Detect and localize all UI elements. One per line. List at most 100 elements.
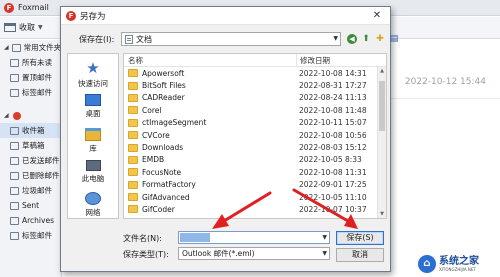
save-in-label: 保存在(I): — [79, 34, 115, 44]
file-date: 2022-10-07 10:37 — [299, 204, 367, 214]
file-name: FormatFactory — [142, 180, 196, 190]
place-library[interactable]: 库 — [68, 128, 118, 154]
place-network[interactable]: 网络 — [68, 192, 118, 218]
sidebar-item-inbox[interactable]: 收件箱 — [0, 123, 61, 138]
file-list: 名称 修改日期 Apowersoft 2022-10-08 14:31 BitSof… — [123, 53, 387, 219]
place-quick-access[interactable]: ★ 快速访问 — [68, 60, 118, 89]
sidebar-item-pinned[interactable]: 置顶邮件 — [0, 70, 61, 85]
sidebar-item-junk[interactable]: 垃圾邮件 — [0, 183, 61, 198]
folder-icon — [128, 69, 138, 78]
file-name: Corel — [142, 105, 162, 115]
file-row[interactable]: GifCoder 2022-10-07 10:37 — [124, 203, 386, 215]
file-row[interactable]: Downloads 2022-08-03 15:12 — [124, 141, 386, 153]
filetype-value: Outlook 邮件(*.eml) — [182, 249, 255, 258]
place-desktop[interactable]: 桌面 — [68, 94, 118, 119]
sidebar-item-unread[interactable]: 所有未读 — [0, 55, 61, 70]
chevron-down-icon[interactable]: ▼ — [322, 248, 327, 259]
place-this-pc[interactable]: 此电脑 — [68, 160, 118, 184]
file-date: 2022-09-01 17:25 — [299, 180, 367, 190]
save-button[interactable]: 保存(S) — [336, 231, 384, 245]
folder-icon — [10, 201, 19, 210]
pin-icon — [10, 73, 19, 82]
file-row[interactable]: GifAdvanced 2022-10-05 11:10 — [124, 191, 386, 203]
scroll-down-icon[interactable]: ▼ — [378, 211, 386, 217]
sidebar-account[interactable]: ◢ — [0, 108, 61, 123]
folder-icon — [128, 93, 138, 102]
watermark-title: 系统之家 — [439, 256, 479, 267]
column-header-name[interactable]: 名称 — [124, 54, 296, 66]
file-name: Downloads — [142, 143, 184, 153]
file-row[interactable]: Corel 2022-10-08 11:48 — [124, 104, 386, 116]
foxmail-logo-icon: F — [66, 10, 76, 21]
vertical-scrollbar[interactable]: ▲ ▼ — [377, 67, 386, 218]
place-label: 快速访问 — [78, 79, 108, 88]
file-name-cell: GifCoder — [124, 205, 296, 214]
file-row[interactable]: FocusNote 2022-10-08 11:31 — [124, 166, 386, 178]
close-button[interactable]: ✕ — [364, 7, 390, 24]
scroll-up-icon[interactable]: ▲ — [378, 68, 386, 74]
place-label: 网络 — [85, 208, 101, 217]
sidebar-item-deleted[interactable]: 已删除邮件 — [0, 168, 61, 183]
file-row[interactable]: CVCore 2022-10-08 10:56 — [124, 129, 386, 141]
file-name: Apowersoft — [142, 68, 185, 78]
up-folder-icon[interactable]: ⬆ — [361, 34, 371, 44]
file-row[interactable]: FormatFactory 2022-09-01 17:25 — [124, 179, 386, 191]
file-date: 2022-10-11 15:07 — [299, 118, 367, 128]
cancel-button[interactable]: 取消 — [336, 248, 384, 262]
tag-icon — [10, 231, 19, 240]
sidebar-item-sent[interactable]: 已发送邮件 — [0, 153, 61, 168]
save-in-row: 保存在(I): 文档 ▼ ◀ ⬆ ✚ ▤ — [61, 29, 398, 49]
file-name: ctImageSegment — [142, 118, 207, 128]
column-header-date[interactable]: 修改日期 — [296, 54, 386, 66]
collapse-icon[interactable]: ◢ — [4, 112, 10, 119]
view-menu-icon[interactable]: ▤ — [389, 34, 399, 44]
foxmail-sidebar: ◢ 常用文件夹 所有未读 置顶邮件 标签邮件 ◢ 收件箱 草稿箱 已发送邮件 已… — [0, 40, 62, 277]
collapse-icon[interactable]: ◢ — [4, 44, 9, 51]
file-name-cell: EMDB — [124, 155, 296, 164]
filename-input[interactable]: ▼ — [178, 231, 330, 244]
sidebar-item-label: 所有未读 — [22, 58, 52, 67]
junk-icon — [10, 186, 19, 195]
file-date: 2022-10-08 14:31 — [299, 68, 367, 78]
new-folder-icon[interactable]: ✚ — [375, 34, 385, 44]
scrollbar-thumb[interactable] — [379, 81, 385, 131]
back-icon[interactable]: ◀ — [347, 34, 357, 44]
receive-button[interactable]: 收取 — [19, 22, 35, 33]
place-label: 此电脑 — [81, 174, 105, 183]
folder-icon — [128, 155, 138, 164]
star-icon: ★ — [86, 59, 100, 77]
sidebar-item-archives[interactable]: Archives — [0, 213, 61, 228]
mail-date: 2022-10-12 15:44 — [404, 77, 486, 87]
mail-icon — [10, 58, 19, 67]
sidebar-item-drafts[interactable]: 草稿箱 — [0, 138, 61, 153]
file-date: 2022-08-31 17:27 — [299, 81, 367, 91]
chevron-down-icon[interactable]: ▼ — [322, 232, 327, 243]
file-row[interactable]: EMDB 2022-10-05 8:33 — [124, 154, 386, 166]
file-row[interactable]: Apowersoft 2022-10-08 14:31 — [124, 67, 386, 79]
chevron-down-icon[interactable]: ▼ — [333, 33, 338, 45]
file-name: GifCoder — [142, 204, 175, 214]
chevron-down-icon[interactable]: ▼ — [38, 24, 43, 31]
save-as-dialog: F 另存为 ✕ 保存在(I): 文档 ▼ ◀ ⬆ ✚ ▤ ★ 快速访问 桌面 库 — [60, 6, 398, 272]
file-row[interactable]: BitSoft Files 2022-08-31 17:27 — [124, 79, 386, 91]
file-row[interactable]: ctImageSegment 2022-10-11 15:07 — [124, 117, 386, 129]
sidebar-item-tagged[interactable]: 标签邮件 — [0, 85, 61, 100]
file-name: EMDB — [142, 155, 165, 165]
filetype-select[interactable]: Outlook 邮件(*.eml) ▼ — [178, 247, 330, 260]
library-icon — [85, 128, 101, 141]
file-date: 2022-10-05 11:10 — [299, 192, 367, 202]
folder-icon — [128, 131, 138, 140]
file-name-cell: GifAdvanced — [124, 193, 296, 202]
file-name-cell: Downloads — [124, 143, 296, 152]
file-name: CVCore — [142, 130, 170, 140]
save-in-select[interactable]: 文档 ▼ — [121, 32, 341, 46]
file-date: 2022-10-08 11:31 — [299, 167, 367, 177]
sidebar-item-tagged-2[interactable]: 标签邮件 — [0, 228, 61, 243]
file-row[interactable]: CADReader 2022-08-24 11:13 — [124, 92, 386, 104]
sidebar-item-label: 收件箱 — [22, 126, 45, 135]
file-name-cell: FocusNote — [124, 168, 296, 177]
sidebar-group-common[interactable]: ◢ 常用文件夹 — [0, 40, 61, 55]
draft-icon — [10, 141, 19, 150]
place-label: 桌面 — [85, 109, 101, 118]
sidebar-item-sent-folder[interactable]: Sent — [0, 198, 61, 213]
